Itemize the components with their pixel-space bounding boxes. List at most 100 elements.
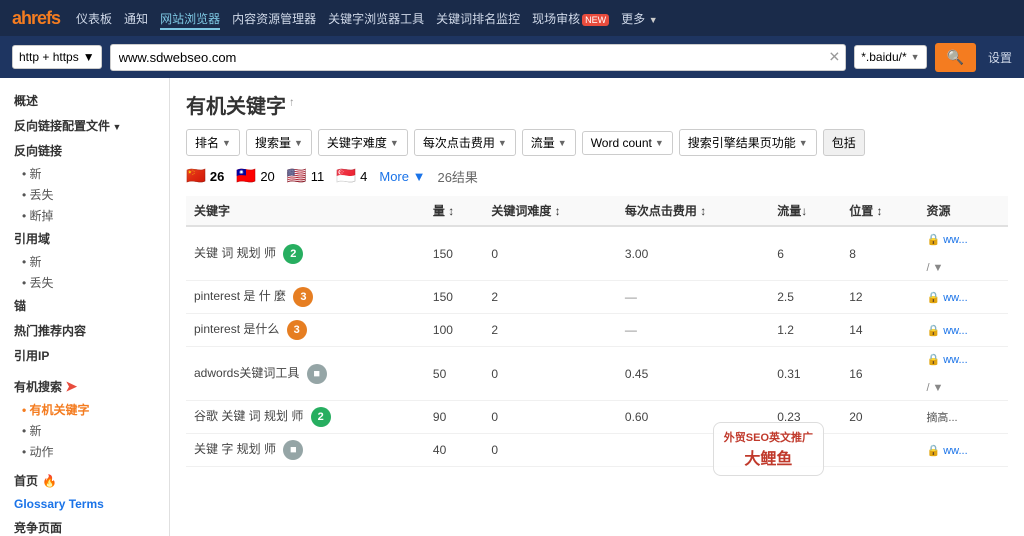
col-position[interactable]: 位置 ↕ xyxy=(841,196,918,226)
more-flags-button[interactable]: More ▼ xyxy=(379,169,425,184)
nav-menu: 仪表板 通知 网站浏览器 内容资源管理器 关键字浏览器工具 关键词排名监控 现场… xyxy=(76,10,658,27)
sidebar-item-glossary[interactable]: Glossary Terms xyxy=(0,493,169,515)
sidebar-item-overview[interactable]: 概述 xyxy=(0,88,169,113)
top-navigation: ahrefs 仪表板 通知 网站浏览器 内容资源管理器 关键字浏览器工具 关键词… xyxy=(0,0,1024,36)
traffic-cell: 0.23 xyxy=(769,401,841,434)
logo[interactable]: ahrefs xyxy=(12,8,60,29)
lock-icon[interactable]: 🔒 ww... xyxy=(926,233,1000,246)
flag-sg[interactable]: 🇸🇬 4 xyxy=(336,166,367,186)
traffic-chevron-icon: ▼ xyxy=(558,138,567,148)
sidebar-item-ref-new[interactable]: 新 xyxy=(0,251,169,272)
sidebar-item-organic-search[interactable]: 有机搜索 ➤ xyxy=(0,374,169,399)
content-area: 有机关键字 ↑ 排名 ▼ 搜索量 ▼ 关键字难度 ▼ 每次点击费用 ▼ 流量 ▼… xyxy=(170,78,1024,536)
table-row: adwords关键词工具 ■ 50 0 0.45 0.31 16 🔒 ww...… xyxy=(186,347,1008,401)
filter-kd[interactable]: 关键字难度 ▼ xyxy=(318,129,408,156)
flag-cn[interactable]: 🇨🇳 26 xyxy=(186,166,224,186)
position-cell xyxy=(841,434,918,467)
url-input[interactable] xyxy=(110,44,847,71)
nav-item-notify[interactable]: 通知 xyxy=(124,10,148,27)
table-row: pinterest 是 什 麼 3 150 2 — 2.5 12 🔒 ww... xyxy=(186,281,1008,314)
sidebar-item-backlinks[interactable]: 反向链接 xyxy=(0,138,169,163)
us-count: 11 xyxy=(311,169,325,184)
filter-include[interactable]: 包括 xyxy=(823,129,865,156)
position-cell: 12 xyxy=(841,281,918,314)
filter-cpc[interactable]: 每次点击费用 ▼ xyxy=(414,129,516,156)
filter-volume[interactable]: 搜索量 ▼ xyxy=(246,129,312,156)
sidebar-item-backlinks-lost[interactable]: 丢失 xyxy=(0,184,169,205)
col-volume[interactable]: 量 ↕ xyxy=(425,196,483,226)
sidebar-item-ref-ip[interactable]: 引用IP xyxy=(0,343,169,368)
nav-item-site-explorer[interactable]: 网站浏览器 xyxy=(160,10,220,27)
tw-flag-icon: 🇹🇼 xyxy=(236,166,256,186)
sidebar-item-backlinks-profile[interactable]: 反向链接配置文件 xyxy=(0,113,169,138)
settings-button[interactable]: 设置 xyxy=(988,49,1012,66)
search-button[interactable]: 🔍 xyxy=(935,43,976,72)
sidebar-item-ref-lost[interactable]: 丢失 xyxy=(0,272,169,293)
sidebar-item-homepage[interactable]: 首页 🔥 xyxy=(0,468,169,493)
keyword-cell[interactable]: 谷歌 关键 词 规划 师 2 xyxy=(186,401,425,434)
volume-cell: 100 xyxy=(425,314,483,347)
traffic-cell: 0.31 xyxy=(769,347,841,401)
sidebar-item-competition[interactable]: 竞争页面 xyxy=(0,515,169,536)
wc-chevron-icon: ▼ xyxy=(655,138,664,148)
nav-item-rank-monitor[interactable]: 关键词排名监控 xyxy=(436,10,520,27)
sidebar-item-organic-keywords[interactable]: 有机关键字 xyxy=(0,399,169,420)
col-kd[interactable]: 关键词难度 ↕ xyxy=(483,196,617,226)
filter-rank[interactable]: 排名 ▼ xyxy=(186,129,240,156)
cpc-cell: — xyxy=(617,314,769,347)
volume-cell: 50 xyxy=(425,347,483,401)
keyword-cell[interactable]: pinterest 是 什 麼 3 xyxy=(186,281,425,314)
sidebar-item-backlinks-new[interactable]: 新 xyxy=(0,163,169,184)
sg-flag-icon: 🇸🇬 xyxy=(336,166,356,186)
sidebar-item-organic-actions[interactable]: 动作 xyxy=(0,441,169,462)
filter-word-count[interactable]: Word count ▼ xyxy=(582,131,673,155)
resource-cell: 🔒 ww... xyxy=(918,434,1008,467)
nav-item-keywords[interactable]: 关键字浏览器工具 xyxy=(328,10,424,27)
keyword-cell[interactable]: adwords关键词工具 ■ xyxy=(186,347,425,401)
nav-item-more[interactable]: 更多 ▼ xyxy=(621,10,658,27)
cpc-cell: 0.45 xyxy=(617,347,769,401)
diff-badge: 3 xyxy=(287,320,307,340)
col-cpc[interactable]: 每次点击费用 ↕ xyxy=(617,196,769,226)
us-flag-icon: 🇺🇸 xyxy=(287,166,307,186)
traffic-cell xyxy=(769,434,841,467)
diff-badge: 3 xyxy=(293,287,313,307)
wildcard-select[interactable]: *.baidu/* ▼ xyxy=(854,45,926,69)
cpc-cell: 0.60 xyxy=(617,401,769,434)
sidebar-item-popular-content[interactable]: 热门推荐内容 xyxy=(0,318,169,343)
logo-a: a xyxy=(12,8,21,28)
table-row: 谷歌 关键 词 规划 师 2 90 0 0.60 0.23 20 摘高... xyxy=(186,401,1008,434)
flag-tw[interactable]: 🇹🇼 20 xyxy=(236,166,274,186)
lock-icon[interactable]: 🔒 ww... xyxy=(926,324,1000,337)
traffic-cell: 1.2 xyxy=(769,314,841,347)
flag-us[interactable]: 🇺🇸 11 xyxy=(287,166,324,186)
col-traffic[interactable]: 流量↓ xyxy=(769,196,841,226)
nav-item-site-audit[interactable]: 现场审核NEW xyxy=(532,10,609,27)
nav-item-content[interactable]: 内容资源管理器 xyxy=(232,10,316,27)
kd-cell: 0 xyxy=(483,347,617,401)
col-keyword: 关键字 xyxy=(186,196,425,226)
clear-icon[interactable]: ✕ xyxy=(829,49,841,66)
keywords-table: 关键字 量 ↕ 关键词难度 ↕ 每次点击费用 ↕ 流量↓ 位置 ↕ 资源 关键 … xyxy=(186,196,1008,467)
keyword-cell[interactable]: 关键 字 规划 师 ■ xyxy=(186,434,425,467)
lock-icon[interactable]: 🔒 ww... xyxy=(926,444,1000,457)
sidebar-item-organic-new[interactable]: 新 xyxy=(0,420,169,441)
sidebar-item-ref-domains[interactable]: 引用域 xyxy=(0,226,169,251)
protocol-select[interactable]: http + https ▼ xyxy=(12,45,102,69)
keyword-cell[interactable]: pinterest 是什么 3 xyxy=(186,314,425,347)
lock-icon[interactable]: 🔒 ww... xyxy=(926,353,1000,366)
lock-icon[interactable]: 🔒 ww... xyxy=(926,291,1000,304)
url-input-wrapper: ✕ xyxy=(110,44,847,71)
position-cell: 14 xyxy=(841,314,918,347)
filter-bar: 排名 ▼ 搜索量 ▼ 关键字难度 ▼ 每次点击费用 ▼ 流量 ▼ Word co… xyxy=(186,129,1008,156)
diff-badge: ■ xyxy=(307,364,327,384)
title-superscript: ↑ xyxy=(286,96,295,108)
filter-serp-features[interactable]: 搜索引擎结果页功能 ▼ xyxy=(679,129,817,156)
kd-cell: 0 xyxy=(483,401,617,434)
keyword-cell[interactable]: 关键 词 规划 师 2 xyxy=(186,226,425,281)
main-layout: 概述 反向链接配置文件 反向链接 新 丢失 断掉 引用域 新 丢失 锚 热门推荐… xyxy=(0,78,1024,536)
nav-item-dashboard[interactable]: 仪表板 xyxy=(76,10,112,27)
filter-traffic[interactable]: 流量 ▼ xyxy=(522,129,576,156)
sidebar-item-anchor[interactable]: 锚 xyxy=(0,293,169,318)
sidebar-item-backlinks-broken[interactable]: 断掉 xyxy=(0,205,169,226)
